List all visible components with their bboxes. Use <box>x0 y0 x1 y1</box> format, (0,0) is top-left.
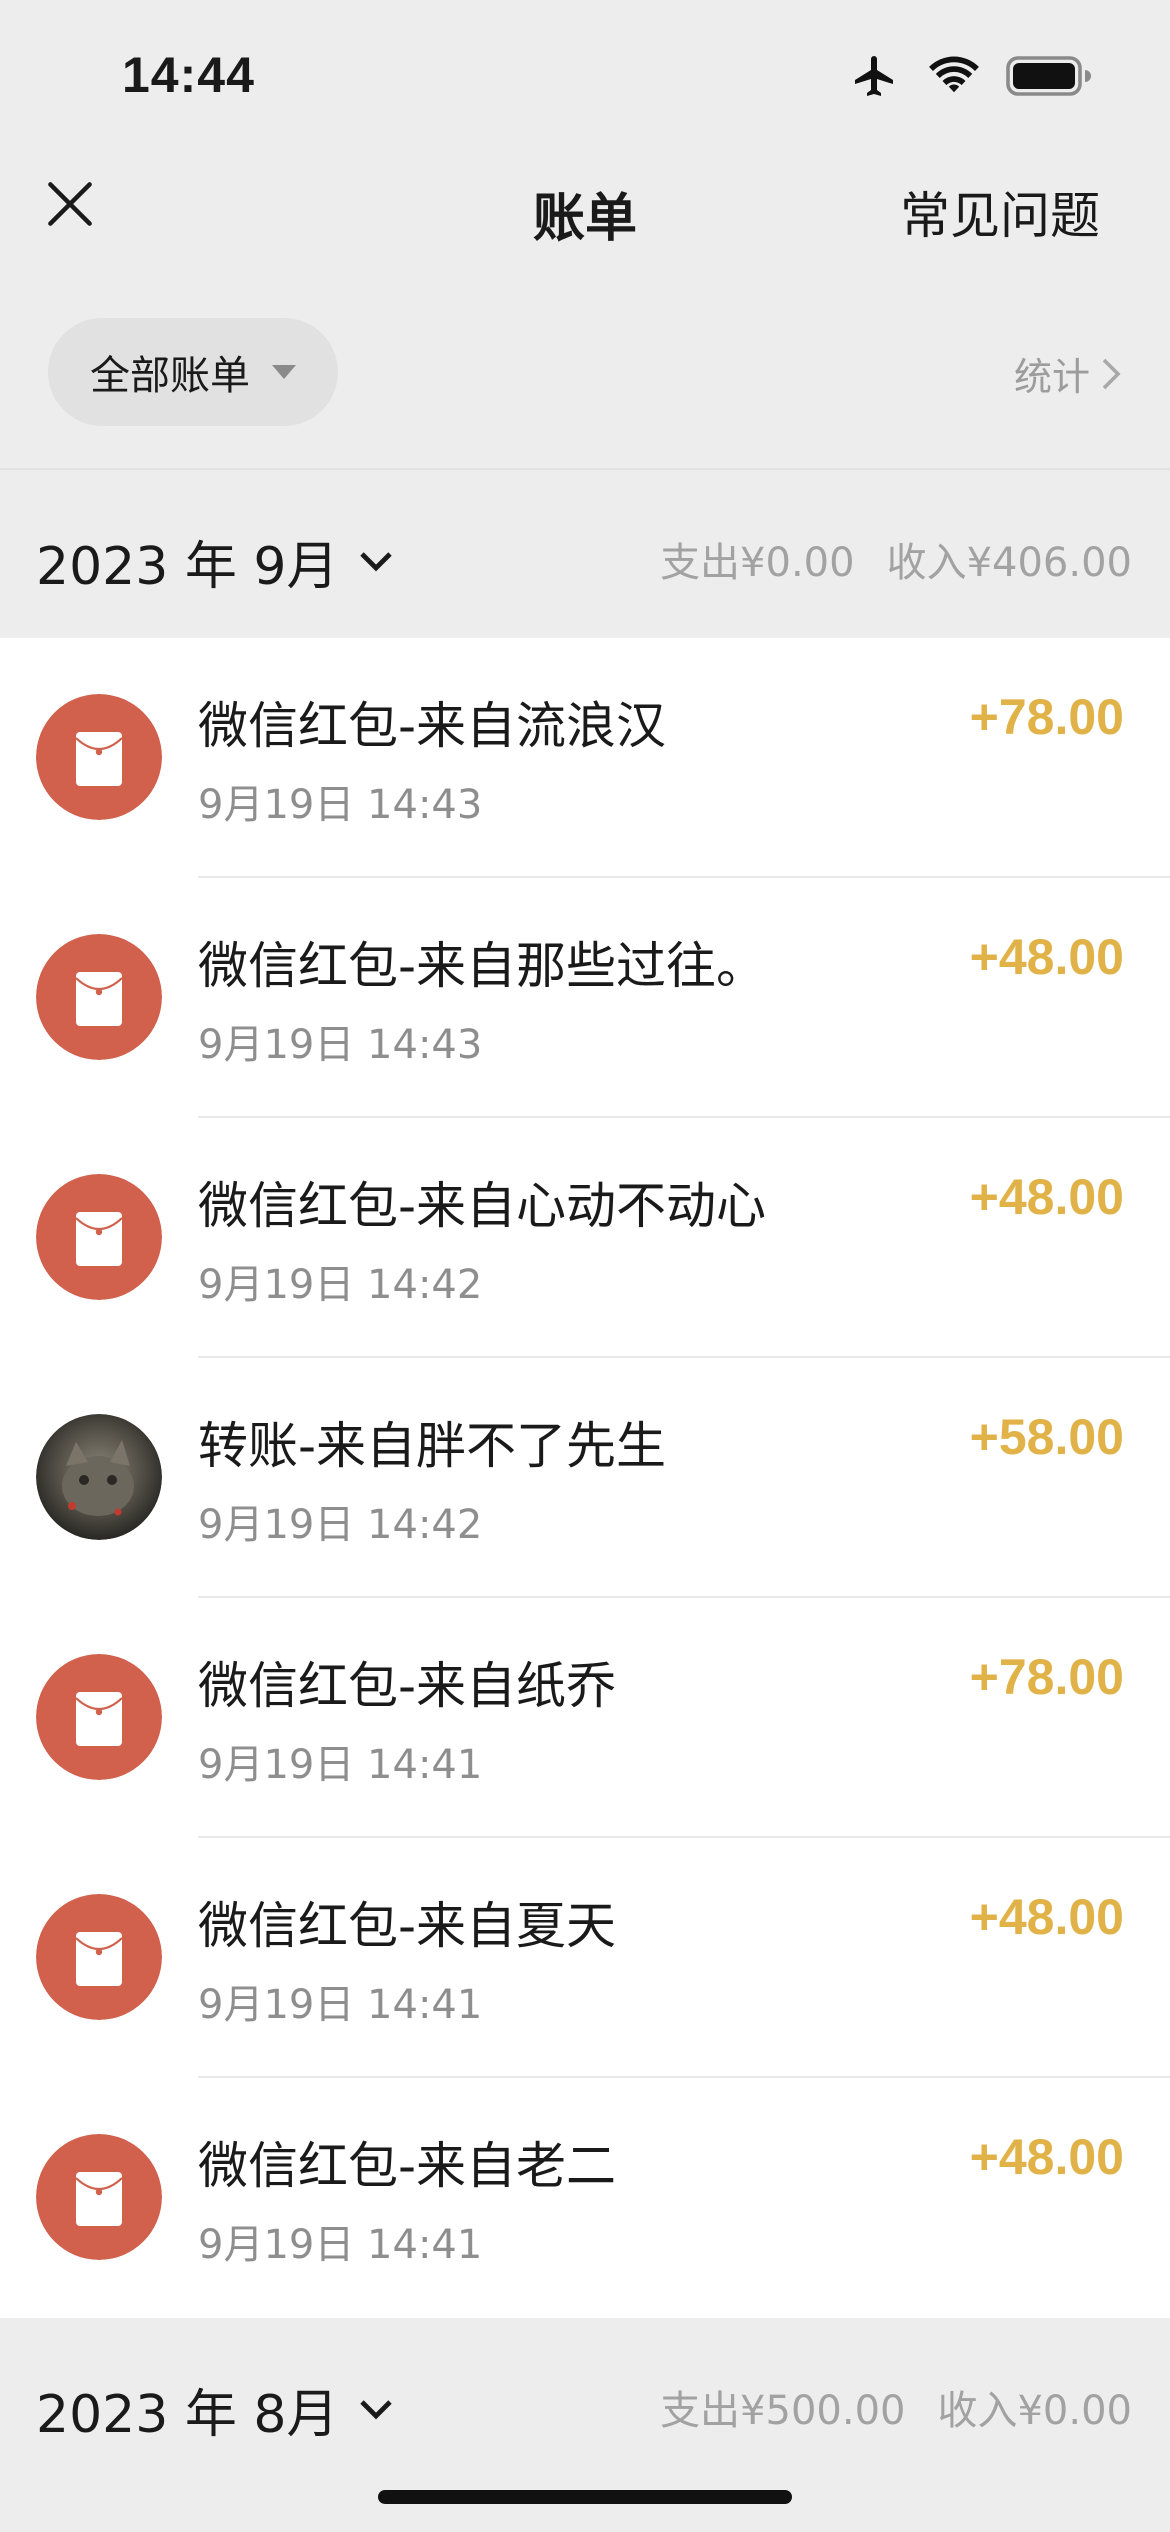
red-packet-icon <box>36 1894 162 2020</box>
bill-page: 14:44 账单 常见问题 全部账单 统计 2023 年 9月 支出¥0.00 … <box>0 0 1170 2532</box>
transaction-title: 微信红包-来自夏天 <box>198 1897 617 1955</box>
transaction-title: 微信红包-来自心动不动心 <box>198 1177 767 1235</box>
transaction-row[interactable]: 微信红包-来自心动不动心 9月19日 14:42 +48.00 <box>0 1118 1170 1358</box>
transaction-title: 微信红包-来自那些过往。 <box>198 937 767 995</box>
bill-filter-dropdown[interactable]: 全部账单 <box>48 318 338 426</box>
nav-bar: 账单 常见问题 <box>0 150 1170 270</box>
wifi-icon <box>929 56 979 93</box>
red-packet-icon <box>36 1654 162 1780</box>
red-packet-icon <box>36 694 162 820</box>
home-indicator[interactable] <box>378 2490 792 2504</box>
month-summary: 支出¥0.00 收入¥406.00 <box>660 530 1132 588</box>
user-photo <box>36 1414 162 1540</box>
month-expense: 支出¥0.00 <box>660 540 855 586</box>
transaction-amount: +48.00 <box>969 1889 1124 1945</box>
month-income: 收入¥0.00 <box>937 2388 1132 2434</box>
caret-down-icon <box>272 365 296 379</box>
transaction-time: 9月19日 14:42 <box>198 1502 483 1548</box>
transaction-title: 微信红包-来自纸乔 <box>198 1657 617 1715</box>
transaction-title: 微信红包-来自老二 <box>198 2137 617 2195</box>
transaction-row[interactable]: 微信红包-来自纸乔 9月19日 14:41 +78.00 <box>0 1598 1170 1838</box>
transaction-time: 9月19日 14:41 <box>198 2222 483 2268</box>
transaction-amount: +78.00 <box>969 1649 1124 1705</box>
transaction-title: 转账-来自胖不了先生 <box>198 1417 667 1475</box>
month-income: 收入¥406.00 <box>886 540 1132 586</box>
transaction-list: 微信红包-来自流浪汉 9月19日 14:43 +78.00 微信红包-来自那些过… <box>0 638 1170 2318</box>
month-label: 2023 年 9月 <box>36 537 339 597</box>
transaction-amount: +48.00 <box>969 1169 1124 1225</box>
chevron-down-icon <box>360 551 393 571</box>
airplane-icon <box>855 56 893 96</box>
transaction-amount: +58.00 <box>969 1409 1124 1465</box>
chevron-down-icon <box>360 2399 393 2419</box>
transaction-row[interactable]: 微信红包-来自老二 9月19日 14:41 +48.00 <box>0 2078 1170 2318</box>
chevron-right-icon <box>1102 358 1121 389</box>
status-icons <box>848 52 1092 100</box>
transaction-row[interactable]: 微信红包-来自那些过往。 9月19日 14:43 +48.00 <box>0 878 1170 1118</box>
filter-row: 全部账单 统计 <box>0 310 1170 440</box>
transaction-amount: +78.00 <box>969 689 1124 745</box>
stats-link[interactable]: 统计 <box>1014 346 1122 401</box>
status-bar: 14:44 <box>0 0 1170 150</box>
month-selector[interactable]: 2023 年 9月 <box>36 524 394 599</box>
transaction-time: 9月19日 14:42 <box>198 1262 483 1308</box>
month-header-august: 2023 年 8月 支出¥500.00 收入¥0.00 <box>0 2318 1170 2486</box>
month-selector[interactable]: 2023 年 8月 <box>36 2372 394 2447</box>
status-time: 14:44 <box>122 47 255 103</box>
transaction-time: 9月19日 14:41 <box>198 1982 483 2028</box>
month-header-september: 2023 年 9月 支出¥0.00 收入¥406.00 <box>0 470 1170 638</box>
red-packet-icon <box>36 934 162 1060</box>
bill-filter-label: 全部账单 <box>90 353 250 399</box>
transaction-row[interactable]: 转账-来自胖不了先生 9月19日 14:42 +58.00 <box>0 1358 1170 1598</box>
transaction-amount: +48.00 <box>969 2129 1124 2185</box>
month-summary: 支出¥500.00 收入¥0.00 <box>660 2378 1132 2436</box>
transaction-time: 9月19日 14:43 <box>198 1022 483 1068</box>
month-label: 2023 年 8月 <box>36 2385 339 2445</box>
transaction-time: 9月19日 14:41 <box>198 1742 483 1788</box>
transaction-row[interactable]: 微信红包-来自流浪汉 9月19日 14:43 +78.00 <box>0 638 1170 878</box>
faq-button[interactable]: 常见问题 <box>900 176 1100 248</box>
transaction-title: 微信红包-来自流浪汉 <box>198 697 667 755</box>
battery-icon <box>1006 56 1091 96</box>
red-packet-icon <box>36 1174 162 1300</box>
month-expense: 支出¥500.00 <box>660 2388 906 2434</box>
transaction-time: 9月19日 14:43 <box>198 782 483 828</box>
transaction-row[interactable]: 微信红包-来自夏天 9月19日 14:41 +48.00 <box>0 1838 1170 2078</box>
red-packet-icon <box>36 2134 162 2260</box>
transaction-amount: +48.00 <box>969 929 1124 985</box>
stats-label: 统计 <box>1013 355 1090 399</box>
